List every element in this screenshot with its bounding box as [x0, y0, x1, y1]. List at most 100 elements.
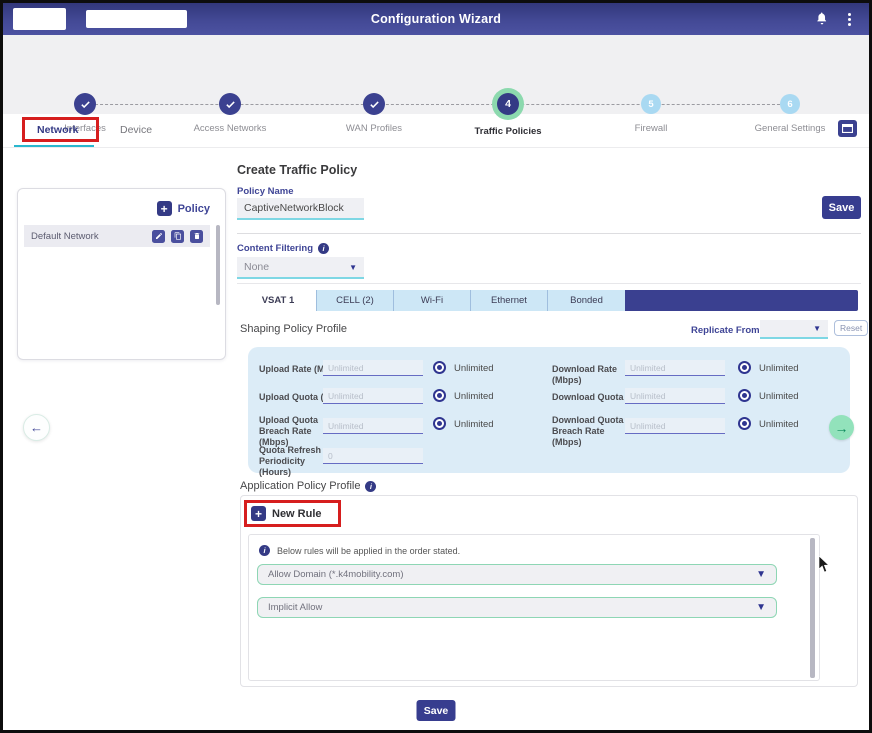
upload-breach-unlimited-radio[interactable]: [433, 417, 446, 430]
tab-device[interactable]: Device: [120, 124, 152, 136]
download-rate-unlimited-radio[interactable]: [738, 361, 751, 374]
policy-name-input[interactable]: [237, 198, 364, 220]
brand-name-placeholder: [86, 10, 187, 28]
rule-dropdown-allow-domain[interactable]: Allow Domain (*.k4mobility.com) ▼: [257, 564, 777, 585]
rules-info-icon: i: [259, 545, 270, 556]
upload-breach-unlimited-label: Unlimited: [454, 419, 494, 430]
configuration-wizard-window: Configuration Wizard 4 5 6 Interfaces Ac…: [0, 0, 872, 733]
rule-value: Implicit Allow: [268, 602, 756, 613]
edit-policy-button[interactable]: [152, 230, 165, 243]
rules-list-box: i Below rules will be applied in the ord…: [248, 534, 820, 681]
check-icon: [80, 99, 91, 110]
download-rate-input[interactable]: [625, 360, 725, 376]
policy-list-panel: + Policy Default Network: [17, 188, 226, 360]
add-policy-button[interactable]: + Policy: [157, 201, 210, 216]
content-filtering-info-icon[interactable]: i: [318, 243, 329, 254]
notifications-bell-icon[interactable]: [815, 11, 829, 31]
upload-quota-input[interactable]: [323, 388, 423, 404]
logo-placeholder: [13, 8, 66, 30]
right-arrow-icon: →: [835, 420, 849, 436]
upload-rate-unlimited-radio[interactable]: [433, 361, 446, 374]
download-quota-unlimited-radio[interactable]: [738, 389, 751, 402]
step-access-networks-circle[interactable]: [219, 93, 241, 115]
policy-list-item[interactable]: Default Network: [24, 225, 210, 247]
download-breach-unlimited-radio[interactable]: [738, 417, 751, 430]
step-label-traffic-policies: Traffic Policies: [453, 126, 563, 137]
annotation-box-new-rule: [244, 500, 341, 527]
trash-icon: [193, 232, 201, 240]
step-firewall-circle[interactable]: 5: [641, 94, 661, 114]
shaping-policy-title: Shaping Policy Profile: [240, 323, 347, 335]
save-button-top[interactable]: Save: [822, 196, 861, 219]
chevron-down-icon: ▼: [756, 602, 766, 613]
download-breach-unlimited-label: Unlimited: [759, 419, 799, 430]
expand-window-button[interactable]: [838, 120, 857, 137]
next-interface-button[interactable]: →: [829, 415, 854, 440]
plus-icon: +: [157, 201, 172, 216]
upload-breach-input[interactable]: [323, 418, 423, 434]
step-interfaces-circle[interactable]: [74, 93, 96, 115]
content-filtering-label: Content Filtering: [237, 243, 313, 254]
quota-refresh-input[interactable]: [323, 448, 423, 464]
save-button-bottom[interactable]: Save: [417, 700, 456, 721]
active-step-number: 4: [497, 93, 519, 115]
check-icon: [369, 99, 380, 110]
rule-value: Allow Domain (*.k4mobility.com): [268, 569, 756, 580]
rules-scrollbar[interactable]: [810, 538, 815, 678]
download-quota-unlimited-label: Unlimited: [759, 391, 799, 402]
download-breach-label: Download Quota Breach Rate (Mbps): [552, 415, 632, 447]
step-label-wan-profiles: WAN Profiles: [319, 123, 429, 134]
application-policy-title: Application Policy Profile: [240, 480, 360, 492]
content-filtering-dropdown[interactable]: None ▼: [237, 257, 364, 279]
mouse-cursor: [817, 556, 830, 574]
add-policy-label: Policy: [178, 203, 210, 215]
tab-bonded[interactable]: Bonded: [548, 290, 625, 311]
application-policy-info-icon[interactable]: i: [365, 481, 376, 492]
stepper-connector-line: [85, 104, 790, 105]
step-general-settings-circle[interactable]: 6: [780, 94, 800, 114]
step-traffic-policies-circle[interactable]: 4: [492, 88, 524, 120]
chevron-down-icon: ▼: [349, 263, 357, 272]
form-title: Create Traffic Policy: [237, 163, 357, 177]
rules-info-text: Below rules will be applied in the order…: [277, 546, 460, 556]
section-divider-2: [237, 283, 861, 284]
upload-rate-input[interactable]: [323, 360, 423, 376]
interface-tab-bar: VSAT 1 CELL (2) Wi-Fi Ethernet Bonded: [240, 290, 858, 311]
copy-icon: [174, 232, 182, 240]
tab-ethernet[interactable]: Ethernet: [471, 290, 548, 311]
left-arrow-icon: ←: [30, 420, 43, 435]
content-filtering-value: None: [244, 261, 349, 273]
annotation-box-network-tab: [22, 117, 99, 142]
chevron-down-icon: ▼: [813, 324, 821, 333]
tab-vsat-1[interactable]: VSAT 1: [240, 290, 317, 311]
section-divider: [237, 233, 861, 234]
upload-quota-unlimited-label: Unlimited: [454, 391, 494, 402]
copy-policy-button[interactable]: [171, 230, 184, 243]
step-label-firewall: Firewall: [596, 123, 706, 134]
download-quota-input[interactable]: [625, 388, 725, 404]
check-icon: [225, 99, 236, 110]
download-breach-input[interactable]: [625, 418, 725, 434]
step-label-access-networks: Access Networks: [175, 123, 285, 134]
upload-quota-unlimited-radio[interactable]: [433, 389, 446, 402]
window-icon: [842, 124, 853, 133]
step-wan-profiles-circle[interactable]: [363, 93, 385, 115]
tab-cell-2[interactable]: CELL (2): [317, 290, 394, 311]
policy-name: Default Network: [31, 231, 152, 242]
policy-name-label: Policy Name: [237, 186, 294, 197]
rule-dropdown-implicit-allow[interactable]: Implicit Allow ▼: [257, 597, 777, 618]
upload-rate-unlimited-label: Unlimited: [454, 363, 494, 374]
pencil-icon: [155, 232, 163, 240]
delete-policy-button[interactable]: [190, 230, 203, 243]
step-label-general-settings: General Settings: [735, 123, 845, 134]
policy-list-scrollbar[interactable]: [216, 225, 220, 305]
overflow-menu-icon[interactable]: [845, 11, 853, 28]
back-button[interactable]: ←: [23, 414, 50, 441]
replicate-from-dropdown[interactable]: ▼: [760, 320, 828, 339]
download-rate-unlimited-label: Unlimited: [759, 363, 799, 374]
wizard-stepper: 4 5 6 Interfaces Access Networks WAN Pro…: [3, 35, 869, 114]
chevron-down-icon: ▼: [756, 569, 766, 580]
top-bar: Configuration Wizard: [3, 3, 869, 35]
reset-button[interactable]: Reset: [834, 320, 868, 336]
tab-wifi[interactable]: Wi-Fi: [394, 290, 471, 311]
